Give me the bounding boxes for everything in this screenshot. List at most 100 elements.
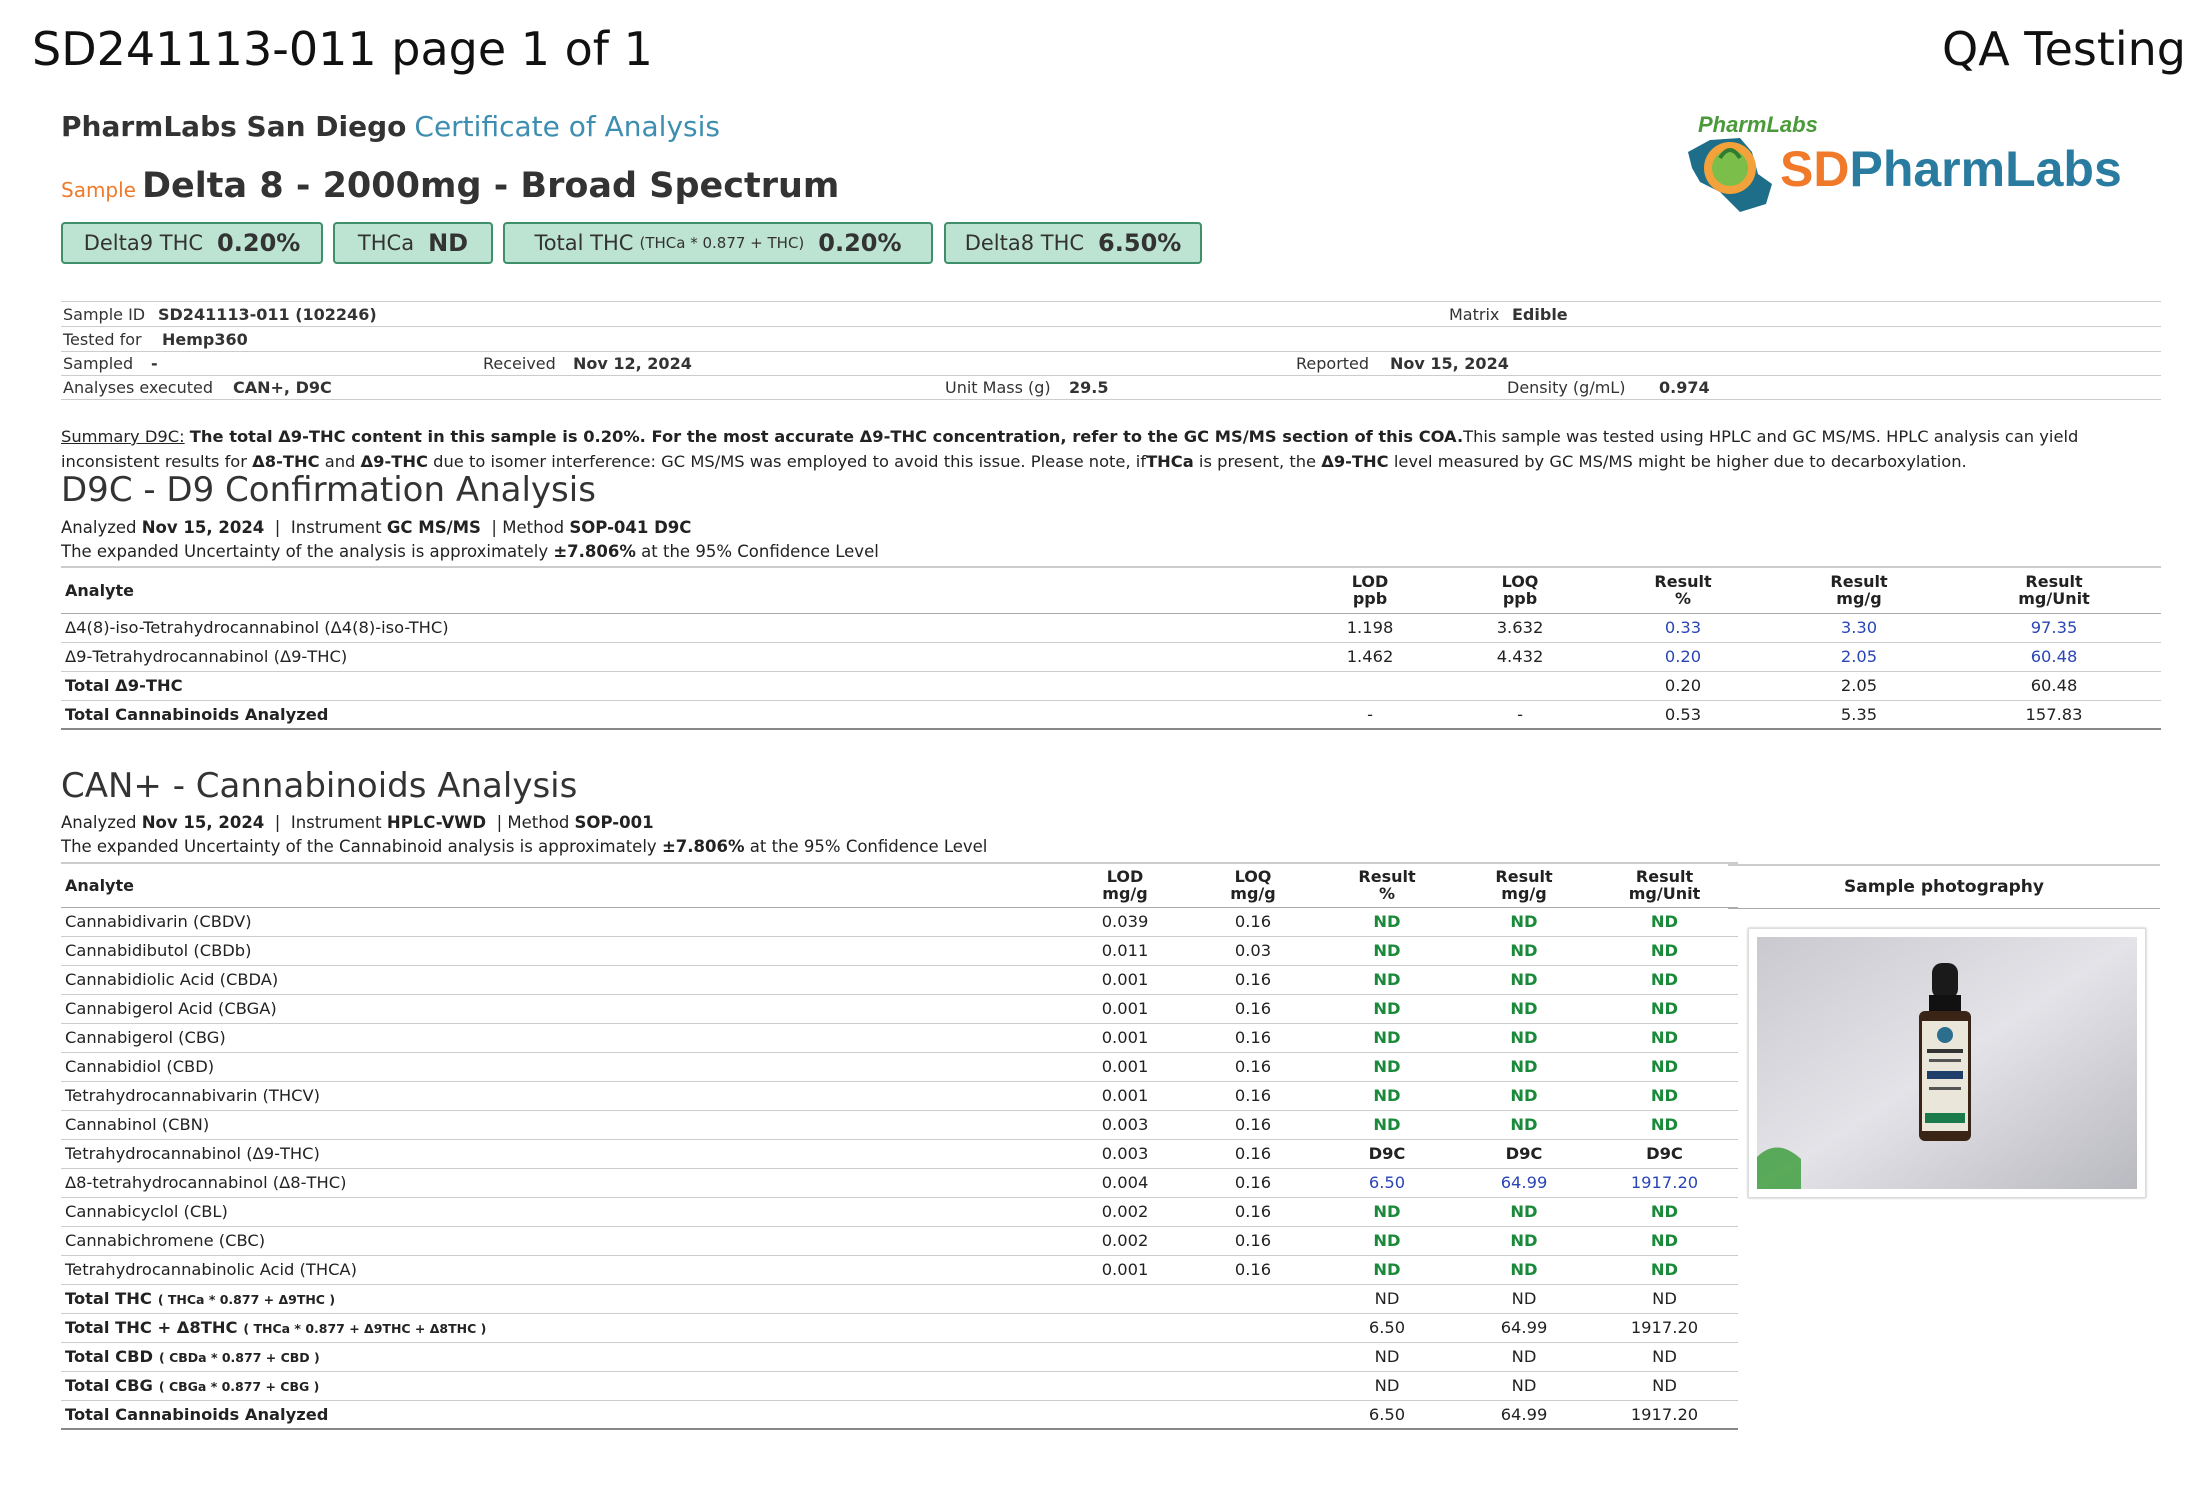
analyte-cell: Δ9-Tetrahydrocannabinol (Δ9-THC) [61,642,1295,672]
summary-text: is present, the [1198,452,1317,471]
result-mgu-cell: ND [1591,1081,1738,1111]
col-loq: LOQ mg/g [1189,862,1317,908]
table-row: Cannabinol (CBN) 0.003 0.16 ND ND ND [61,1110,1738,1140]
info-row-analyses: Analyses executed CAN+, D9C Unit Mass (g… [61,375,2161,400]
result-mgg-cell: 5.35 [1771,700,1947,730]
col-lod: LOD ppb [1295,566,1445,614]
result-pct-cell: ND [1317,1255,1457,1285]
d9c-meta: Analyzed Nov 15, 2024 | Instrument GC MS… [61,518,692,537]
unit-mass-value: 29.5 [1069,378,1109,397]
density-value: 0.974 [1659,378,1710,397]
table-header-row: Analyte LOD ppb LOQ ppb Result% Result mg/g… [61,566,2161,614]
result-mgg-cell: ND [1457,1110,1591,1140]
analyte-cell: Cannabigerol Acid (CBGA) [61,994,1061,1024]
table-row: Tetrahydrocannabinol (Δ9-THC) 0.003 0.16 D9… [61,1139,1738,1169]
summary-bold: Δ9-THC [1321,452,1389,471]
instrument-label: Instrument [290,813,382,832]
method-label: Method [502,518,565,537]
result-pct-cell: ND [1317,1226,1457,1256]
loq-cell: 0.16 [1189,1052,1317,1082]
total-pct-cell: ND [1317,1342,1457,1372]
can-title: CAN+ - Cannabinoids Analysis [61,766,578,806]
loq-cell: 0.16 [1189,1139,1317,1169]
badge-thca: THCa ND [333,222,493,264]
instrument-label: Instrument [290,518,382,537]
result-mgu-cell: ND [1591,1052,1738,1082]
col-analyte: Analyte [61,566,1295,614]
total-row: Total THC( THCa * 0.877 + Δ9THC ) ND ND ND [61,1284,1738,1314]
method-value: SOP-041 D9C [569,518,692,537]
result-mgg-cell: 3.30 [1771,613,1947,643]
table-row: Cannabigerol (CBG) 0.001 0.16 ND ND ND [61,1023,1738,1053]
summary-bold: Δ8-THC [252,452,320,471]
lod-cell: 1.198 [1295,613,1445,643]
uncertainty-text: at the 95% Confidence Level [749,837,988,856]
table-row: Tetrahydrocannabinolic Acid (THCA) 0.001 0… [61,1255,1738,1285]
loq-cell: 0.16 [1189,994,1317,1024]
can-meta: Analyzed Nov 15, 2024 | Instrument HPLC-… [61,813,654,832]
result-pct-cell: ND [1317,1052,1457,1082]
total-mgg-cell: 64.99 [1457,1313,1591,1343]
badge-label: THCa [357,231,415,255]
summary-text: due to isomer interference: GC MS/MS was… [433,452,1147,471]
loq-cell: 0.16 [1189,1023,1317,1053]
summary-text: level measured by GC MS/MS might be high… [1393,452,1967,471]
sampled-label: Sampled [63,354,134,373]
badge-value: 0.20% [818,229,902,257]
loq-cell: 0.16 [1189,1081,1317,1111]
lod-cell: 0.001 [1061,1023,1189,1053]
col-loq: LOQ ppb [1445,566,1595,614]
document-id: SD241113-011 page 1 of 1 [32,22,653,76]
result-mgu-cell: 1917.20 [1591,1168,1738,1198]
result-pct-cell: 0.53 [1595,700,1771,730]
lod-cell: 0.002 [1061,1197,1189,1227]
lab-name: PharmLabs San Diego [61,110,407,143]
summary-bold: THCa [1146,452,1194,471]
result-pct-cell: 0.20 [1595,671,1771,701]
table-row: Cannabichromene (CBC) 0.002 0.16 ND ND ND [61,1226,1738,1256]
summary-label: Summary D9C: [61,427,185,446]
col-result-mgu: Result mg/Unit [1947,566,2161,614]
loq-cell: 0.16 [1189,1110,1317,1140]
total-label: Total THC [65,1289,152,1308]
logo-arc-text: PharmLabs [1698,112,1818,137]
col-result-pct: Result% [1595,566,1771,614]
result-mgg-cell: ND [1457,1023,1591,1053]
analyte-cell: Cannabigerol (CBG) [61,1023,1061,1053]
lod-cell: 0.002 [1061,1226,1189,1256]
received-value: Nov 12, 2024 [573,354,692,373]
badge-delta8-thc: Delta8 THC 6.50% [944,222,1202,264]
received-label: Received [483,354,556,373]
result-mgg-cell: ND [1457,1255,1591,1285]
lod-cell: 0.003 [1061,1110,1189,1140]
d9c-title: D9C - D9 Confirmation Analysis [61,470,596,510]
d9c-uncertainty: The expanded Uncertainty of the analysis… [61,542,879,561]
analyte-cell: Cannabicyclol (CBL) [61,1197,1061,1227]
lod-cell: 0.039 [1061,907,1189,937]
total-row: Total Δ9-THC 0.20 2.05 60.48 [61,671,2161,701]
sample-id-value: SD241113-011 (102246) [158,305,377,324]
analyte-cell: Cannabidivarin (CBDV) [61,907,1061,937]
total-formula: ( CBDa * 0.877 + CBD ) [159,1350,320,1365]
table-row: Cannabidiolic Acid (CBDA) 0.001 0.16 ND ND ND [61,965,1738,995]
total-pct-cell: 6.50 [1317,1400,1457,1430]
sample-label: Sample [61,178,136,202]
result-pct-cell: ND [1317,1081,1457,1111]
method-value: SOP-001 [574,813,654,832]
total-row: Total THC + Δ8THC ( THCa * 0.877 + Δ9THC … [61,1313,1738,1343]
total-mgu-cell: ND [1591,1284,1738,1314]
result-mgu-cell: ND [1591,936,1738,966]
badge-label: Delta9 THC [83,231,204,255]
col-result-pct: Result% [1317,862,1457,908]
total-d9-label: Total Δ9-THC [61,671,1295,701]
result-pct-cell: ND [1317,936,1457,966]
density-label: Density (g/mL) [1507,378,1626,397]
result-pct-cell: ND [1317,1197,1457,1227]
uncertainty-value: ±7.806% [553,542,636,561]
unit-mass-label: Unit Mass (g) [945,378,1051,397]
result-pct-cell: ND [1317,965,1457,995]
total-row: Total Cannabinoids Analyzed 6.50 64.99 1917… [61,1400,1738,1430]
summary-text: results for [164,452,247,471]
summary-bold: The total Δ9-THC content in this sample … [189,427,1464,446]
summary-d9c: Summary D9C: The total Δ9-THC content in… [61,424,2171,474]
